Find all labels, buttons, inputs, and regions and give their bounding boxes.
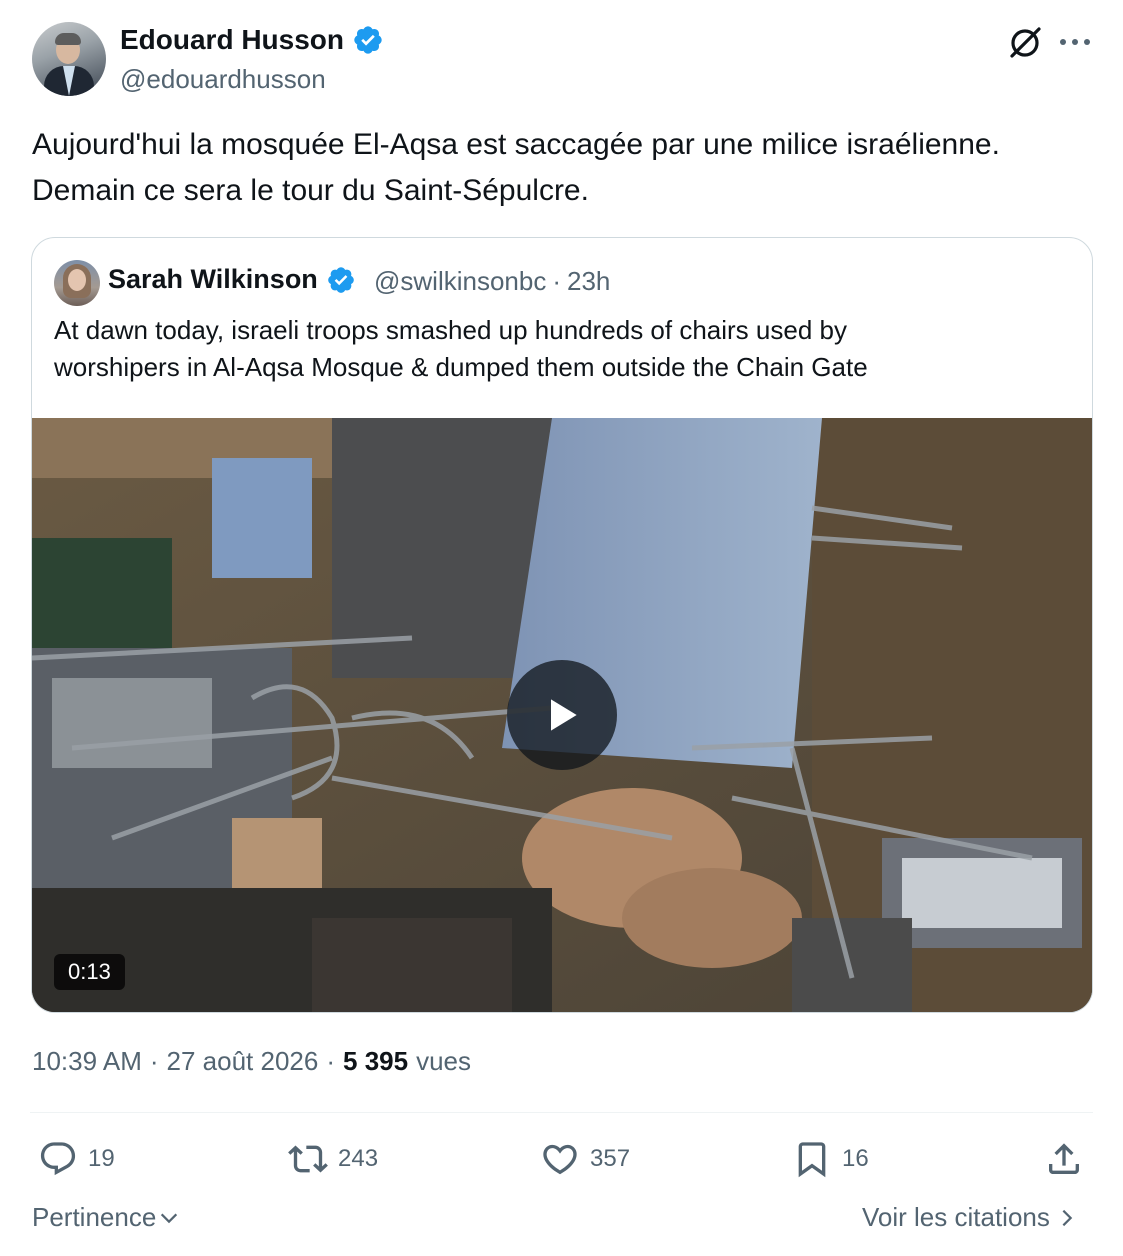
repost-count: 243 (338, 1145, 379, 1172)
share-button[interactable] (1044, 1136, 1084, 1182)
divider (30, 1112, 1093, 1113)
view-quotes-label: Voir les citations (862, 1202, 1050, 1232)
like-count: 357 (590, 1145, 631, 1172)
tweet-text-line-1: Aujourd'hui la mosquée El-Aqsa est sacca… (32, 128, 1000, 161)
video-player[interactable]: 0:13 (32, 418, 1092, 1012)
quoted-tweet-card[interactable]: Sarah Wilkinson @swilkinsonbc · 23h At d… (31, 237, 1093, 1013)
play-icon (551, 699, 577, 731)
like-button[interactable]: 357 (540, 1136, 630, 1182)
quoted-author-handle[interactable]: @swilkinsonbc (374, 266, 546, 297)
reply-count: 19 (88, 1145, 115, 1172)
grok-icon[interactable] (1006, 24, 1044, 62)
tweet-text: Aujourd'hui la mosquée El-Aqsa est sacca… (32, 122, 1102, 214)
quoted-text: At dawn today, israeli troops smashed up… (54, 312, 1054, 386)
chevron-down-icon (161, 1213, 178, 1223)
share-icon (1049, 1143, 1079, 1174)
reply-button[interactable]: 19 (38, 1136, 115, 1182)
quoted-text-line-2: worshipers in Al-Aqsa Mosque & dumped th… (54, 352, 868, 382)
views-label: vues (416, 1046, 472, 1076)
author-handle[interactable]: @edouardhusson (120, 64, 326, 95)
like-icon (543, 1144, 577, 1175)
tweet-date[interactable]: 27 août 2026 (167, 1046, 319, 1077)
bookmark-count: 16 (842, 1145, 869, 1172)
verified-badge-icon (354, 26, 382, 54)
video-duration: 0:13 (54, 954, 125, 990)
quoted-text-line-1: At dawn today, israeli troops smashed up… (54, 315, 847, 345)
meta-separator: · (552, 266, 562, 296)
action-bar: 19 243 357 16 (0, 1136, 1123, 1182)
meta-separator: · (326, 1046, 336, 1076)
bookmark-icon (798, 1142, 826, 1178)
bookmark-button[interactable]: 16 (792, 1136, 869, 1182)
quoted-author-avatar[interactable] (54, 260, 100, 306)
tweet-text-line-2: Demain ce sera le tour du Saint-Sépulcre… (32, 174, 589, 207)
repost-icon (288, 1145, 328, 1173)
sort-label: Pertinence (32, 1202, 157, 1232)
chevron-right-icon (1062, 1209, 1073, 1226)
author-avatar[interactable] (32, 22, 106, 96)
views-count: 5 395 (343, 1046, 409, 1076)
author-name-row[interactable]: Edouard Husson (120, 24, 384, 56)
sort-dropdown[interactable]: Pertinence (32, 1202, 180, 1233)
tweet-time[interactable]: 10:39 AM (32, 1046, 142, 1077)
quoted-meta: @swilkinsonbc · 23h (374, 266, 610, 297)
meta-separator: · (149, 1046, 159, 1076)
reply-icon (40, 1142, 76, 1176)
author-name[interactable]: Edouard Husson (120, 24, 344, 56)
more-icon[interactable] (1058, 36, 1092, 48)
quoted-author-name[interactable]: Sarah Wilkinson (108, 264, 318, 295)
tweet-meta: 10:39 AM · 27 août 2026 · 5 395 vues (32, 1046, 471, 1077)
verified-badge-icon (328, 266, 354, 293)
play-button[interactable] (507, 660, 617, 770)
view-quotes-link[interactable]: Voir les citations (862, 1202, 1076, 1233)
quoted-author-name-row[interactable]: Sarah Wilkinson (108, 264, 356, 295)
repost-button[interactable]: 243 (288, 1136, 378, 1182)
quoted-time[interactable]: 23h (567, 266, 610, 297)
